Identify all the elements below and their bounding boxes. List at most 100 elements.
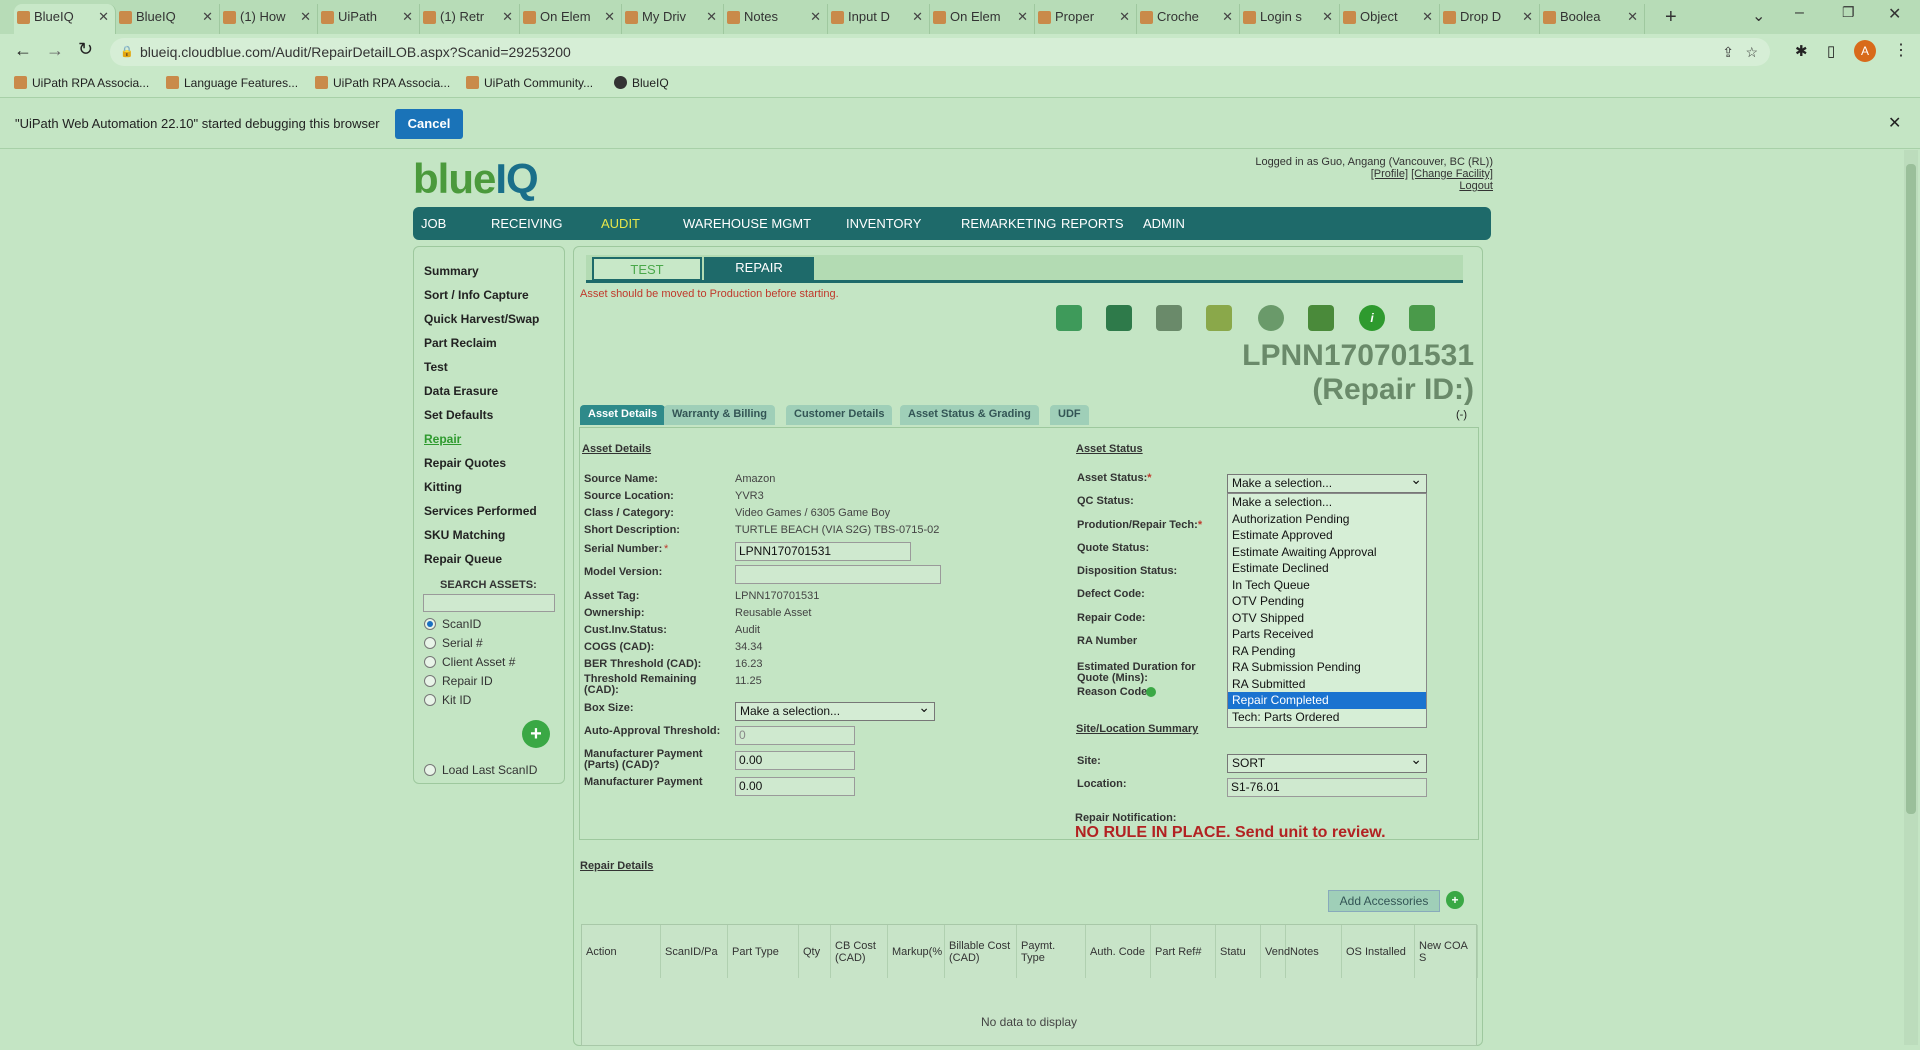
browser-tab[interactable]: (1) Retr ✕ (420, 4, 520, 34)
mfr-payment-field[interactable]: 0.00 (735, 777, 855, 796)
grid-header[interactable]: Qty (799, 925, 831, 978)
package-icon[interactable] (1409, 305, 1435, 331)
dropdown-option[interactable]: OTV Pending (1228, 593, 1426, 610)
dropdown-option[interactable]: Estimate Awaiting Approval (1228, 544, 1426, 561)
tab-close-icon[interactable]: ✕ (1522, 4, 1533, 30)
grid-header[interactable]: OS Installed (1342, 925, 1415, 978)
dropdown-option[interactable]: Repair Completed (1228, 692, 1426, 709)
extensions-icon[interactable]: ✱ (1795, 42, 1808, 60)
model-version-field[interactable] (735, 565, 941, 584)
browser-tab[interactable]: Drop D ✕ (1440, 4, 1540, 34)
sidebar-item-quick-harvest-swap[interactable]: Quick Harvest/Swap (424, 312, 539, 326)
save-icon[interactable] (1106, 305, 1132, 331)
mfr-parts-field[interactable]: 0.00 (735, 751, 855, 770)
browser-tab[interactable]: UiPath ✕ (318, 4, 420, 34)
bookmark-star-icon[interactable]: ☆ (1745, 38, 1758, 66)
browser-tab[interactable]: Notes ✕ (724, 4, 828, 34)
browser-tab[interactable]: BlueIQ ✕ (14, 4, 116, 34)
dropdown-option[interactable]: Estimate Declined (1228, 560, 1426, 577)
location-field[interactable]: S1-76.01 (1227, 778, 1427, 797)
search-radio-client-asset-[interactable]: Client Asset # (424, 655, 515, 669)
profile-link[interactable]: [Profile] (1371, 168, 1408, 180)
tab-repair[interactable]: REPAIR (704, 257, 814, 281)
search-radio-repair-id[interactable]: Repair ID (424, 674, 493, 688)
tab-close-icon[interactable]: ✕ (1422, 4, 1433, 30)
browser-tab[interactable]: My Driv ✕ (622, 4, 724, 34)
site-select[interactable]: SORT (1227, 751, 1427, 773)
bookmark-item[interactable]: UiPath RPA Associa... (14, 76, 149, 90)
dropdown-option[interactable]: RA Submitted (1228, 676, 1426, 693)
logout-link[interactable]: Logout (1459, 180, 1493, 192)
dropdown-option[interactable]: Make a selection... (1228, 494, 1426, 511)
browser-tab[interactable]: On Elem ✕ (930, 4, 1035, 34)
tab-search-icon[interactable]: ⌄ (1752, 6, 1765, 26)
change-facility-link[interactable]: [Change Facility] (1411, 168, 1493, 180)
nav-admin[interactable]: ADMIN (1143, 216, 1185, 231)
menu-icon[interactable]: ⋮ (1893, 40, 1909, 60)
dropdown-option[interactable]: Authorization Pending (1228, 511, 1426, 528)
sidebar-item-summary[interactable]: Summary (424, 264, 479, 278)
tab-close-icon[interactable]: ✕ (1627, 4, 1638, 30)
tab-close-icon[interactable]: ✕ (1017, 4, 1028, 30)
tab-close-icon[interactable]: ✕ (810, 4, 821, 30)
grid-header[interactable]: Part Type (728, 925, 799, 978)
grid-header[interactable]: CB Cost (CAD) (831, 925, 888, 978)
browser-tab[interactable]: Proper ✕ (1035, 4, 1137, 34)
browser-tab[interactable]: (1) How ✕ (220, 4, 318, 34)
close-infobar-icon[interactable]: ✕ (1888, 113, 1901, 133)
sidebar-item-data-erasure[interactable]: Data Erasure (424, 384, 498, 398)
bookmark-item[interactable]: BlueIQ (614, 76, 669, 90)
box-size-select[interactable]: Make a selection... (735, 699, 935, 721)
sidebar-item-repair-quotes[interactable]: Repair Quotes (424, 456, 506, 470)
tab-close-icon[interactable]: ✕ (202, 4, 213, 30)
info-icon[interactable]: i (1359, 305, 1385, 331)
add-accessories-button[interactable]: Add Accessories (1328, 890, 1440, 912)
tab-close-icon[interactable]: ✕ (402, 4, 413, 30)
bookmark-item[interactable]: UiPath RPA Associa... (315, 76, 450, 90)
sidebar-item-set-defaults[interactable]: Set Defaults (424, 408, 493, 422)
load-last-scanid-radio[interactable]: Load Last ScanID (424, 763, 537, 777)
bookmark-item[interactable]: Language Features... (166, 76, 298, 90)
browser-tab[interactable]: Boolea ✕ (1540, 4, 1645, 34)
tab-test[interactable]: TEST (592, 257, 702, 281)
close-window-icon[interactable]: ✕ (1888, 4, 1901, 24)
cancel-debug-button[interactable]: Cancel (395, 109, 463, 139)
nav-inventory[interactable]: INVENTORY (846, 216, 921, 231)
sidebar-item-repair-queue[interactable]: Repair Queue (424, 552, 502, 566)
grid-header[interactable]: Part Ref# (1151, 925, 1216, 978)
share-icon[interactable]: ⇪ (1722, 38, 1734, 66)
search-assets-input[interactable] (423, 594, 555, 612)
tab-close-icon[interactable]: ✕ (706, 4, 717, 30)
tab-close-icon[interactable]: ✕ (1119, 4, 1130, 30)
serial-number-field[interactable]: LPNN170701531 (735, 542, 911, 561)
tab-close-icon[interactable]: ✕ (1322, 4, 1333, 30)
nav-audit[interactable]: AUDIT (601, 216, 640, 231)
add-record-icon[interactable] (1056, 305, 1082, 331)
diagnostic-icon[interactable] (1156, 305, 1182, 331)
dropdown-option[interactable]: Estimate Approved (1228, 527, 1426, 544)
nav-job[interactable]: JOB (421, 216, 446, 231)
search-radio-scanid[interactable]: ScanID (424, 617, 481, 631)
box-icon[interactable] (1308, 305, 1334, 331)
asset-status-select[interactable]: Make a selection... (1227, 471, 1427, 493)
sidebar-item-sku-matching[interactable]: SKU Matching (424, 528, 505, 542)
subtab-customer-details[interactable]: Customer Details (786, 405, 893, 425)
sidebar-item-repair[interactable]: Repair (424, 432, 461, 446)
search-radio-kit-id[interactable]: Kit ID (424, 693, 471, 707)
new-tab-icon[interactable]: + (1665, 6, 1677, 29)
bookmark-item[interactable]: UiPath Community... (466, 76, 593, 90)
dropdown-option[interactable]: Parts Received (1228, 626, 1426, 643)
forward-icon[interactable]: → (46, 40, 64, 61)
grid-header[interactable]: Paymt. Type (1017, 925, 1086, 978)
restore-icon[interactable]: ❐ (1842, 4, 1855, 21)
tab-close-icon[interactable]: ✕ (604, 4, 615, 30)
grid-header[interactable]: New COA S (1415, 925, 1478, 978)
nav-remarketing[interactable]: REMARKETING (961, 216, 1056, 231)
auto-approval-field[interactable]: 0 (735, 726, 855, 745)
dropdown-option[interactable]: RA Submission Pending (1228, 659, 1426, 676)
dropdown-option[interactable]: OTV Shipped (1228, 610, 1426, 627)
browser-tab[interactable]: BlueIQ ✕ (116, 4, 220, 34)
browser-tab[interactable]: Object ✕ (1340, 4, 1440, 34)
sidebar-item-sort-info-capture[interactable]: Sort / Info Capture (424, 288, 529, 302)
sidebar-item-services-performed[interactable]: Services Performed (424, 504, 537, 518)
